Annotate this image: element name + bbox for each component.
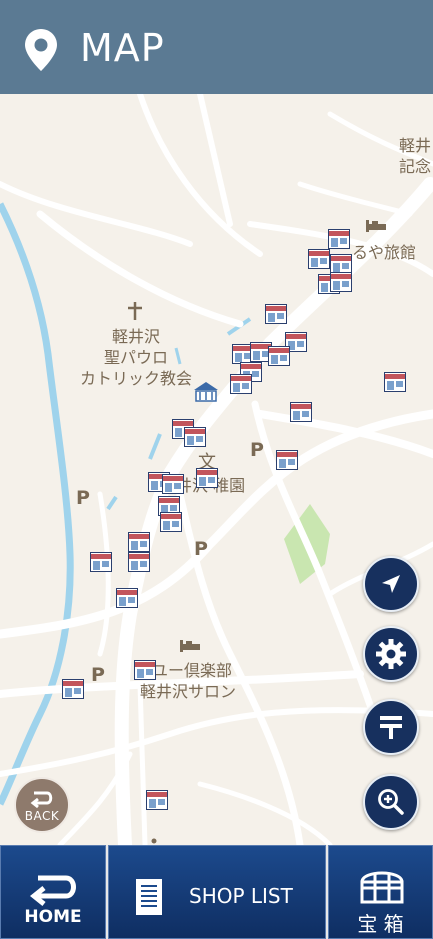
shop-marker-icon[interactable] — [290, 402, 312, 422]
zoom-in-icon — [378, 789, 404, 815]
home-arrow-icon — [29, 875, 76, 906]
shop-marker-icon[interactable] — [328, 229, 350, 249]
shop-marker-icon[interactable] — [268, 346, 290, 366]
settings-button[interactable] — [363, 626, 419, 682]
museum-icon — [194, 382, 218, 402]
shop-marker-icon[interactable] — [162, 474, 184, 494]
shop-marker-icon[interactable] — [90, 552, 112, 572]
parking-icon: P — [76, 487, 90, 509]
shop-marker-icon[interactable] — [330, 254, 352, 274]
salon-label: 軽井沢サロン — [140, 682, 237, 701]
inn-label: るや旅館 — [352, 243, 417, 262]
treasure-box-label: 宝 箱 — [357, 912, 404, 936]
shop-marker-icon[interactable] — [384, 372, 406, 392]
landmark-label: 軽井 記念 — [399, 136, 432, 176]
parking-icon: P — [250, 439, 264, 461]
shop-marker-icon[interactable] — [230, 374, 252, 394]
shop-marker-icon[interactable] — [128, 552, 150, 572]
back-label: BACK — [24, 809, 60, 823]
shop-marker-icon[interactable] — [276, 450, 298, 470]
shop-marker-icon[interactable] — [160, 512, 182, 532]
shop-marker-icon[interactable] — [184, 427, 206, 447]
bottom-nav: HOME SHOP LIST 宝 箱 — [0, 845, 433, 939]
map-view[interactable]: 文 軽井沢 聖パウロ カトリック教会 るや旅館 井沢 稚園 ユー倶楽部 軽井沢サ… — [0, 94, 433, 845]
parking-icon: P — [194, 538, 208, 560]
home-button[interactable]: HOME — [0, 845, 106, 939]
post-office-button[interactable] — [363, 699, 419, 755]
shop-marker-icon[interactable] — [146, 790, 168, 810]
back-button[interactable]: BACK — [14, 777, 70, 833]
page-title: MAP — [80, 26, 165, 70]
shop-marker-icon[interactable] — [62, 679, 84, 699]
app-header: MAP — [0, 0, 433, 94]
gear-icon — [376, 639, 406, 669]
church-icon — [128, 302, 142, 320]
locate-button[interactable] — [363, 556, 419, 612]
club-label: ユー倶楽部 — [152, 661, 233, 680]
shop-marker-icon[interactable] — [265, 304, 287, 324]
shop-marker-icon[interactable] — [308, 249, 330, 269]
shop-list-button[interactable]: SHOP LIST — [108, 845, 326, 939]
shop-marker-icon[interactable] — [134, 660, 156, 680]
shop-marker-icon[interactable] — [116, 588, 138, 608]
map-pin-icon — [25, 29, 57, 71]
treasure-chest-icon — [360, 871, 404, 904]
church-label: 軽井沢 聖パウロ カトリック教会 — [80, 327, 193, 388]
shop-marker-icon[interactable] — [330, 272, 352, 292]
shop-marker-icon[interactable] — [128, 532, 150, 552]
parking-icon: P — [91, 664, 105, 686]
shop-marker-icon[interactable] — [196, 468, 218, 488]
post-office-icon — [380, 716, 402, 739]
home-label: HOME — [24, 907, 82, 927]
shop-list-label: SHOP LIST — [189, 884, 293, 908]
list-document-icon — [136, 879, 162, 915]
zoom-in-button[interactable] — [363, 774, 419, 830]
treasure-box-button[interactable]: 宝 箱 — [328, 845, 433, 939]
navigation-arrow-icon — [382, 575, 400, 593]
